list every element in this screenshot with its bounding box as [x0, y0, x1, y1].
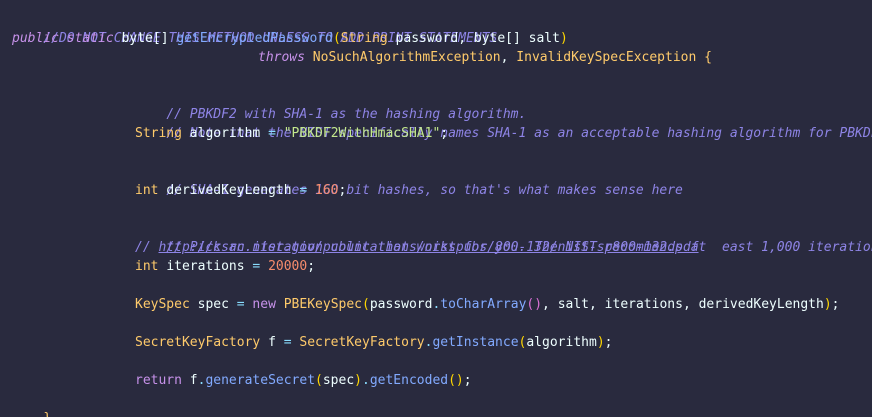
string-literal: "PBKDF2WithHmacSHA1"	[283, 126, 441, 141]
code-line-20: return f.generateSecret(spec).getEncoded…	[135, 371, 472, 390]
param2-name: salt	[528, 31, 560, 46]
keyword-throws: throws	[258, 50, 305, 65]
var-name: iterations	[166, 259, 245, 274]
code-line-2: public static byte[] getEncryptedPasswor…	[12, 29, 568, 48]
number-literal: 160	[315, 183, 339, 198]
code-line-5: // PBKDF2 with SHA-1 as the hashing algo…	[135, 86, 526, 122]
code-line-10: int derivedKeyLength = 160;	[135, 181, 346, 200]
arg-derived-key-length: derivedKeyLength	[698, 297, 824, 312]
param1-name: password	[395, 31, 459, 46]
arg-iterations: iterations	[604, 297, 683, 312]
code-line-21: }	[12, 390, 51, 417]
comma: ,	[589, 297, 597, 312]
method-name: getEncryptedPassword	[176, 31, 333, 46]
code-line-18: SecretKeyFactory f = SecretKeyFactory.ge…	[135, 333, 612, 352]
var-type: String	[135, 126, 182, 141]
operator-assign: =	[283, 335, 292, 350]
var-type: int	[135, 183, 159, 198]
comment-prefix: //	[135, 240, 159, 255]
code-line-12: // Pick an iteration count that works fo…	[135, 219, 872, 255]
code-line-1: //DO NOT CHANGE THIS METHOD UNLESS TO AD…	[12, 10, 497, 46]
code-line-3: throws NoSuchAlgorithmException, Invalid…	[258, 48, 712, 67]
keyword-static: static	[66, 31, 114, 46]
arg-salt: salt	[557, 297, 590, 312]
exception-2: InvalidKeySpecException	[516, 50, 697, 65]
keyword-public: public	[12, 31, 59, 46]
close-brace: }	[43, 411, 51, 417]
semicolon: ;	[307, 259, 316, 274]
dot: .	[362, 373, 370, 388]
code-line-7: String algorithm = "PBKDF2WithHmacSHA1";	[135, 124, 448, 143]
return-type: byte[]	[121, 31, 169, 46]
keyword-return: return	[135, 373, 182, 388]
method-call: getInstance	[432, 335, 519, 350]
semicolon: ;	[604, 335, 613, 350]
method-call: generateSecret	[205, 373, 316, 388]
comma: ,	[682, 297, 691, 312]
semicolon: ;	[338, 183, 347, 198]
code-line-6: // Note that the NIST specifically names…	[135, 105, 872, 141]
operator-assign: =	[299, 183, 308, 198]
paren-pair: ()	[448, 373, 464, 388]
var-type: KeySpec	[135, 297, 190, 312]
operator-assign: =	[236, 297, 245, 312]
method-call: toCharArray	[440, 297, 527, 312]
arg-password: password	[369, 297, 433, 312]
method-call: getEncoded	[369, 373, 449, 388]
code-line-9: // SHA-1 generates 160 bit hashes, so th…	[135, 162, 683, 198]
paren-close: )	[823, 297, 832, 312]
arg-algorithm: algorithm	[526, 335, 597, 350]
constructor: PBEKeySpec	[283, 297, 363, 312]
paren-close: )	[559, 31, 568, 46]
keyword-new: new	[252, 297, 276, 312]
number-literal: 20000	[268, 259, 308, 274]
paren-open: (	[315, 373, 323, 388]
code-line-13: // http://csrc.nist.gov/publications/nis…	[135, 238, 699, 257]
semicolon: ;	[831, 297, 840, 312]
semicolon: ;	[463, 373, 472, 388]
comma: ,	[500, 50, 509, 65]
comma: ,	[458, 31, 467, 46]
code-line-14: int iterations = 20000;	[135, 257, 315, 276]
var-type: int	[135, 259, 159, 274]
paren-close: )	[596, 335, 605, 350]
code-editor[interactable]: //DO NOT CHANGE THIS METHOD UNLESS TO AD…	[0, 0, 872, 417]
comment-link[interactable]: http://csrc.nist.gov/publications/nistpu…	[158, 240, 698, 255]
semicolon: ;	[440, 126, 449, 141]
paren-open: (	[332, 31, 341, 46]
paren-pair: ()	[526, 297, 543, 312]
param2-type: byte[]	[473, 31, 521, 46]
class-name: SecretKeyFactory	[299, 335, 425, 350]
var-name: algorithm	[189, 126, 261, 141]
operator-assign: =	[252, 259, 261, 274]
var-type: SecretKeyFactory	[135, 335, 261, 350]
open-brace: {	[704, 50, 712, 65]
paren-close: )	[354, 373, 362, 388]
arg-spec: spec	[322, 373, 355, 388]
param1-type: String	[340, 31, 388, 46]
var-name: derivedKeyLength	[166, 183, 292, 198]
operator-assign: =	[268, 126, 276, 141]
var-name: spec	[197, 297, 229, 312]
object-f: f	[189, 373, 198, 388]
comma: ,	[542, 297, 550, 312]
var-name: f	[268, 335, 276, 350]
code-line-16: KeySpec spec = new PBEKeySpec(password.t…	[135, 295, 840, 314]
exception-1: NoSuchAlgorithmException	[312, 50, 501, 65]
paren-open: (	[362, 297, 370, 312]
